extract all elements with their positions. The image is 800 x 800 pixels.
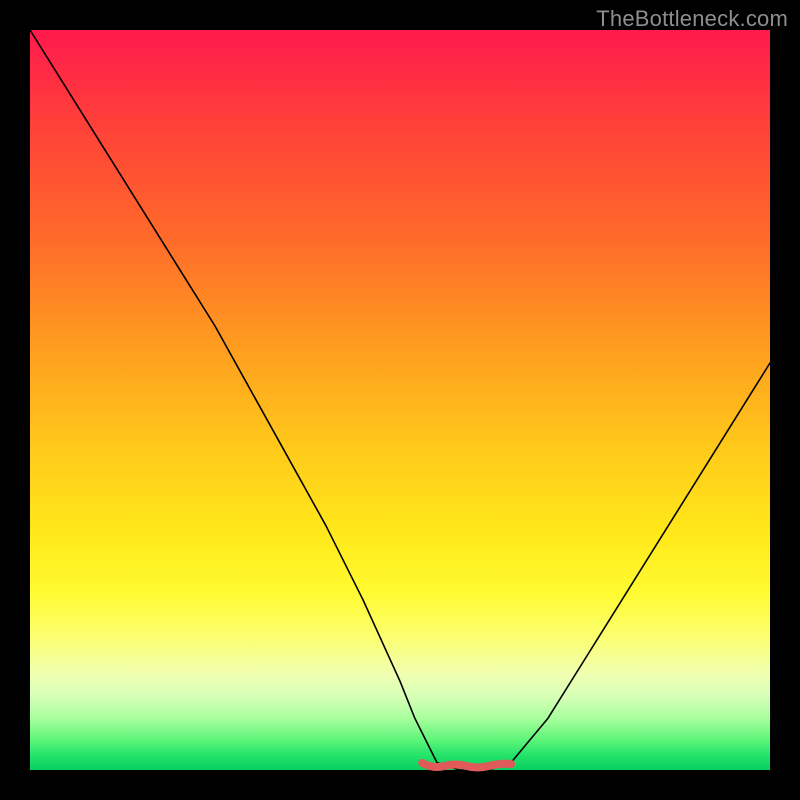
chart-plot-area <box>30 30 770 770</box>
chart-frame: TheBottleneck.com <box>0 0 800 800</box>
curve-path <box>30 30 770 770</box>
bottleneck-curve <box>30 30 770 770</box>
watermark-label: TheBottleneck.com <box>596 6 788 32</box>
flat-minimum-marker <box>422 763 511 768</box>
